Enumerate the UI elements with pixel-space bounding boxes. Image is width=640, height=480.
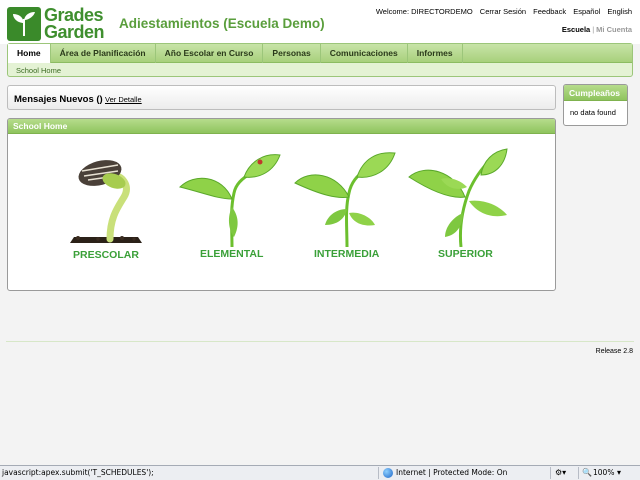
prescolar-label[interactable]: PRESCOLAR	[73, 249, 139, 261]
tab-planning-area[interactable]: Área de Planificación	[51, 44, 156, 63]
logo-text-garden: Garden	[44, 22, 105, 42]
new-messages-title: Mensajes Nuevos ()	[14, 94, 103, 105]
superior-label[interactable]: SUPERIOR	[438, 248, 493, 260]
header: Grades Garden Adiestamientos (Escuela De…	[0, 0, 640, 44]
superior-plant-image[interactable]	[403, 147, 513, 248]
top-links: Welcome: DIRECTORDEMO Cerrar Sesión Feed…	[376, 7, 632, 16]
protected-mode-icon[interactable]: ⚙▾	[555, 468, 566, 477]
birthdays-panel: Cumpleaños no data found	[563, 84, 628, 126]
tab-home[interactable]: Home	[8, 44, 51, 63]
logo-icon	[7, 7, 41, 41]
intermedia-plant-image[interactable]	[291, 147, 401, 248]
prescolar-seedling-image[interactable]	[58, 147, 168, 247]
zoom-icon[interactable]: 🔍	[582, 468, 592, 477]
security-zone-text[interactable]: Internet | Protected Mode: On	[396, 468, 507, 477]
globe-icon	[383, 468, 393, 478]
tab-reports[interactable]: Informes	[408, 44, 463, 63]
intermedia-label[interactable]: INTERMEDIA	[314, 248, 379, 260]
tab-bar: Home Área de Planificación Año Escolar e…	[8, 44, 632, 63]
scope-links: Escuela | Mi Cuenta	[562, 25, 632, 34]
birthdays-empty-text: no data found	[570, 108, 616, 117]
scope-my-account-link[interactable]: Mi Cuenta	[596, 25, 632, 34]
view-details-link[interactable]: Ver Detalle	[105, 95, 142, 104]
browser-status-bar: javascript:apex.submit('T_SCHEDULES'); I…	[0, 465, 640, 480]
school-home-title: School Home	[8, 119, 555, 134]
status-separator	[378, 467, 379, 479]
tab-people[interactable]: Personas	[263, 44, 321, 63]
scope-school-link[interactable]: Escuela	[562, 25, 590, 34]
app-title: Adiestamientos (Escuela Demo)	[119, 16, 325, 31]
elemental-label[interactable]: ELEMENTAL	[200, 248, 263, 260]
status-separator	[578, 467, 579, 479]
scope-separator: |	[592, 25, 595, 34]
main-nav: Home Área de Planificación Año Escolar e…	[7, 43, 633, 77]
elemental-plant-image[interactable]	[174, 147, 284, 248]
status-separator	[550, 467, 551, 479]
birthdays-title: Cumpleaños	[564, 85, 627, 101]
spanish-link[interactable]: Español	[573, 7, 600, 16]
zoom-level[interactable]: 100%	[593, 468, 614, 477]
tab-current-school-year[interactable]: Año Escolar en Curso	[156, 44, 264, 63]
footer-divider	[6, 341, 634, 342]
breadcrumb[interactable]: School Home	[16, 66, 61, 75]
release-version: Release 2.8	[595, 348, 633, 355]
zoom-dropdown-icon[interactable]: ▾	[617, 468, 621, 477]
school-home-region: School Home PRESCOLAR ELEMENTAL INTERMED…	[7, 118, 556, 291]
logout-link[interactable]: Cerrar Sesión	[480, 7, 526, 16]
feedback-link[interactable]: Feedback	[533, 7, 566, 16]
welcome-text: Welcome: DIRECTORDEMO	[375, 7, 473, 16]
status-url-text: javascript:apex.submit('T_SCHEDULES');	[2, 468, 154, 477]
tab-communications[interactable]: Comunicaciones	[321, 44, 408, 63]
new-messages-panel: Mensajes Nuevos () Ver Detalle	[7, 85, 556, 110]
grades-garden-logo[interactable]: Grades Garden	[7, 5, 111, 42]
english-link[interactable]: English	[607, 7, 632, 16]
